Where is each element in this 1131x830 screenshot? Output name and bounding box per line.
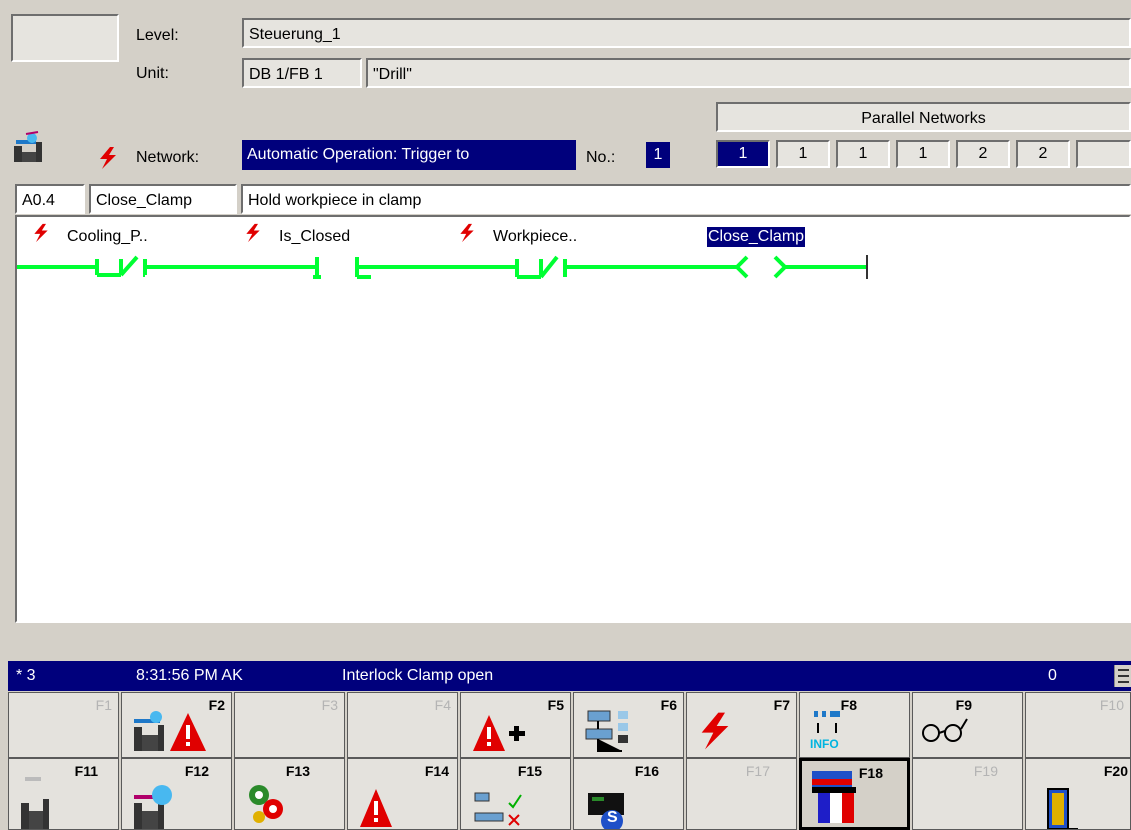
alarm-status-bar[interactable]: * 3 8:31:56 PM AK Interlock Clamp open 0 [8,661,1131,691]
lightning-icon [246,223,260,243]
parallel-network-1[interactable]: 1 [716,140,770,168]
ladder-editor[interactable]: Cooling_P.. Is_Closed Workpiece.. Close_… [15,215,1131,623]
alarm-time: 8:31:56 PM AK [136,667,243,684]
f10-key[interactable]: F10 [1025,692,1131,758]
cogs-icon [249,785,283,823]
f20-key-label: F20 [1103,763,1128,779]
f11-key[interactable]: F11 [8,758,119,830]
lightning-icon [34,223,48,243]
network-overview-icon [585,710,628,752]
f16-step-letter: S [607,809,618,826]
f16-key[interactable]: S F16 [573,758,684,830]
f2-key-label: F2 [208,697,225,713]
exit-door-icon [1047,788,1078,829]
coil [734,255,867,279]
operand-symbol-field[interactable]: Close_Clamp [89,184,237,214]
alarm-count: 0 [1048,667,1057,684]
f4-key[interactable]: F4 [347,692,458,758]
f9-key[interactable]: F9 [912,692,1023,758]
contact-label-3[interactable]: Workpiece.. [493,227,577,247]
f15-key[interactable]: F15 [460,758,571,830]
contact-nc-1 [17,255,317,277]
parallel-networks-title: Parallel Networks [861,110,986,127]
operand-comment-field[interactable]: Hold workpiece in clamp [241,184,1131,214]
level-label: Level: [136,27,179,44]
f11-key-label: F11 [74,763,98,779]
lightning-icon [100,147,116,169]
unit-label: Unit: [136,65,169,82]
unit-image-box [11,14,119,62]
level-field[interactable]: Steuerung_1 [242,18,1131,48]
f19-key-label: F19 [973,763,998,779]
network-check-icon [474,792,522,826]
status-scroll-icon[interactable] [1114,665,1131,687]
glasses-icon [922,718,968,742]
f1-key-label: F1 [95,697,112,713]
f16-key-label: F16 [634,763,659,779]
f15-key-label: F15 [517,763,542,779]
contact-label-2[interactable]: Is_Closed [279,227,350,247]
parallel-network-4[interactable]: 1 [896,140,950,168]
f20-key[interactable]: F20 [1025,758,1131,830]
alarm-icon [360,789,392,827]
f1-key[interactable]: F1 [8,692,119,758]
f3-key[interactable]: F3 [234,692,345,758]
parallel-networks-header: Parallel Networks [716,102,1131,132]
network-no-field[interactable]: 1 [646,142,670,168]
alarm-plus-icon [473,715,525,751]
f14-key-label: F14 [424,763,449,779]
network-title-field[interactable]: Automatic Operation: Trigger to [242,140,576,170]
f14-key[interactable]: F14 [347,758,458,830]
unit-name-field[interactable]: "Drill" [366,58,1131,88]
f13-key[interactable]: F13 [234,758,345,830]
parallel-network-5[interactable]: 2 [956,140,1010,168]
parallel-network-6[interactable]: 2 [1016,140,1070,168]
f12-key-label: F12 [184,763,209,779]
f17-key-label: F17 [745,763,770,779]
f18-key[interactable]: F18 [799,758,910,830]
f7-key[interactable]: F7 [686,692,797,758]
network-no-label: No.: [586,149,616,166]
lightning-icon [460,223,474,243]
f3-key-label: F3 [321,697,338,713]
contact-label-1[interactable]: Cooling_P.. [67,227,148,247]
f5-key-label: F5 [547,697,564,713]
f19-key[interactable]: F19 [912,758,1023,830]
f8-info-text: INFO [810,737,839,751]
contact-row-2 [313,255,737,279]
parallel-network-2[interactable]: 1 [776,140,830,168]
coil-label[interactable]: Close_Clamp [707,227,806,247]
alarm-marker: * 3 [16,667,36,684]
parallel-network-7[interactable] [1076,140,1131,168]
f6-key-label: F6 [660,697,677,713]
alarm-message: Interlock Clamp open [342,667,494,684]
f17-key[interactable]: F17 [686,758,797,830]
f6-key[interactable]: F6 [573,692,684,758]
operator-panel-icon[interactable] [12,130,46,164]
f5-key[interactable]: F5 [460,692,571,758]
f2-key[interactable]: F2 [121,692,232,758]
f13-key-label: F13 [285,763,310,779]
operator-alarm-icon [134,711,206,751]
f10-key-label: F10 [1099,697,1124,713]
lightning-icon [701,712,729,750]
f18-key-label: F18 [858,765,883,781]
network-label: Network: [136,149,200,166]
station-icon [21,777,49,829]
f7-key-label: F7 [773,697,790,713]
operand-address-field[interactable]: A0.4 [15,184,85,214]
unit-id-field[interactable]: DB 1/FB 1 [242,58,362,88]
f8-key[interactable]: INFO F8 [799,692,910,758]
parallel-network-3[interactable]: 1 [836,140,890,168]
operator-icon [134,785,172,829]
f12-key[interactable]: F12 [121,758,232,830]
f8-key-label: F8 [840,697,857,713]
f4-key-label: F4 [434,697,451,713]
f9-key-label: F9 [955,697,972,713]
